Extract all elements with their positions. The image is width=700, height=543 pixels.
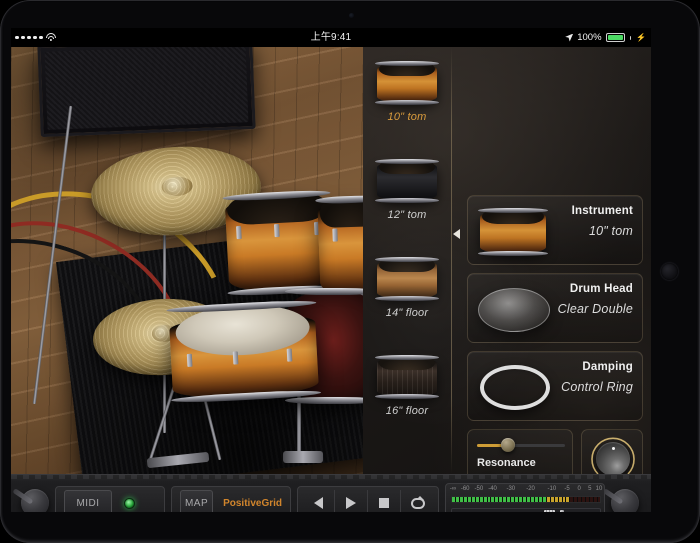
midi-group: MIDI <box>55 486 165 512</box>
midi-button[interactable]: MIDI <box>64 490 112 512</box>
meter-scale-label: -∞ <box>449 486 457 492</box>
drum-list: 10" tom 12" tom 14" floor 16" floor <box>363 47 451 474</box>
brand-label: PositiveGrid <box>223 497 282 509</box>
drum-list-item-16-floor[interactable]: 16" floor <box>363 347 451 447</box>
status-bar-clock: 上午9:41 <box>310 32 352 43</box>
volume-fader-handle[interactable] <box>544 510 556 512</box>
tension-lug <box>236 225 242 240</box>
drum-thumbnail-icon <box>375 61 439 105</box>
output-meter-group: -∞ -60 -50 -40 -30 -20 -10 -5 0 5 10 <box>445 483 605 512</box>
drum-list-item-label: 14" floor <box>385 307 429 319</box>
rack-tom-right[interactable] <box>315 194 363 300</box>
status-bar-right: 100% ⚡ <box>565 28 646 47</box>
drum-head-card[interactable]: Drum Head Clear Double <box>467 273 643 343</box>
home-button[interactable] <box>661 263 678 280</box>
map-group: MAP PositiveGrid <box>171 486 291 512</box>
play-icon <box>346 497 356 509</box>
output-knob-left[interactable] <box>21 489 49 512</box>
status-led-green-icon <box>124 497 135 509</box>
loop-button[interactable] <box>401 490 434 512</box>
slider-knob[interactable] <box>500 438 515 452</box>
damping-card-value: Control Ring <box>561 380 633 394</box>
meter-scale-label: -20 <box>526 486 535 492</box>
tension-lug <box>286 348 293 362</box>
tension-lug <box>332 228 338 242</box>
tension-lug <box>274 223 280 238</box>
instrument-card[interactable]: Instrument 10" tom <box>467 195 643 265</box>
output-knob-right[interactable] <box>611 489 639 512</box>
drum-list-item-label: 16" floor <box>385 405 429 417</box>
stop-button[interactable] <box>368 490 401 512</box>
location-arrow-icon <box>565 33 574 42</box>
drum-list-item-10-tom[interactable]: 10" tom <box>363 53 451 153</box>
level-meter <box>451 496 601 503</box>
meter-scale-label: -40 <box>488 486 497 492</box>
cymbal-bell <box>161 175 194 198</box>
drum-head-card-label: Drum Head <box>569 283 633 295</box>
resonance-slider-label: Resonance <box>477 457 536 469</box>
volume-fader[interactable] <box>451 508 601 512</box>
meter-scale: -∞ -60 -50 -40 -30 -20 -10 -5 0 5 10 <box>450 486 602 495</box>
drum-thumbnail-icon <box>375 355 439 399</box>
stop-icon <box>379 498 389 508</box>
damping-card-label: Damping <box>582 361 633 373</box>
battery-icon <box>605 33 625 42</box>
ipad-device: 上午9:41 100% ⚡ 10" tom 12" tom 14" floor … <box>0 0 700 543</box>
drum-list-item-12-tom[interactable]: 12" tom <box>363 151 451 251</box>
drum-app: 10" tom 12" tom 14" floor 16" floor Inst… <box>11 47 651 512</box>
panel-divider <box>451 47 452 474</box>
instrument-editor-panel: 10" tom 12" tom 14" floor 16" floor Inst… <box>363 47 651 511</box>
lightning-bolt-icon: ⚡ <box>636 33 646 42</box>
snare-drum[interactable] <box>166 299 322 404</box>
instrument-card-value: 10" tom <box>588 224 633 238</box>
meter-scale-label: 10 <box>595 486 603 492</box>
rewind-icon <box>313 497 323 509</box>
bass-pedal-plate <box>283 451 323 463</box>
battery-cap-icon <box>629 35 632 40</box>
map-button[interactable]: MAP <box>180 490 214 512</box>
battery-percent-label: 100% <box>577 32 602 43</box>
tension-lug <box>232 351 239 365</box>
pitch-knob[interactable] <box>596 442 630 476</box>
meter-scale-label: 5 <box>588 486 592 492</box>
screen: 上午9:41 100% ⚡ 10" tom 12" tom 14" floor … <box>11 28 651 512</box>
rewind-button[interactable] <box>302 490 335 512</box>
rack-tom-left[interactable] <box>222 189 336 297</box>
drum-head-disc-icon <box>478 288 550 332</box>
drum-list-item-label: 10" tom <box>387 111 427 123</box>
meter-scale-label: -5 <box>564 486 570 492</box>
volume-fader-marker[interactable] <box>560 510 565 512</box>
meter-scale-label: -60 <box>460 486 470 492</box>
drum-list-item-label: 12" tom <box>387 209 427 221</box>
tension-lug <box>186 353 193 368</box>
meter-scale-label: -10 <box>547 486 557 492</box>
meter-segment <box>598 497 600 502</box>
damping-ring-icon <box>480 365 550 410</box>
drum-thumbnail-icon <box>375 257 439 301</box>
drum-head-card-value: Clear Double <box>557 302 633 316</box>
drum-kit-photo[interactable] <box>11 47 363 474</box>
status-bar: 上午9:41 100% ⚡ <box>11 28 651 47</box>
loop-icon <box>410 495 425 509</box>
drum-list-item-14-floor[interactable]: 14" floor <box>363 249 451 349</box>
instrument-card-label: Instrument <box>571 205 633 217</box>
drum-thumbnail-icon <box>375 159 439 203</box>
play-button[interactable] <box>335 490 368 512</box>
meter-scale-label: -50 <box>474 486 484 492</box>
damping-card[interactable]: Damping Control Ring <box>467 351 643 421</box>
caret-left-icon <box>453 229 460 239</box>
meter-scale-label: 0 <box>577 486 581 492</box>
drum-preview-icon <box>478 208 548 256</box>
transport-controls <box>297 486 439 512</box>
meter-scale-label: -30 <box>506 486 516 492</box>
bottom-toolbar: MIDI MAP PositiveGrid -∞ -60 -50 -40 -30… <box>11 474 651 512</box>
toolbar-texture <box>11 475 651 479</box>
front-camera-icon <box>349 13 354 18</box>
